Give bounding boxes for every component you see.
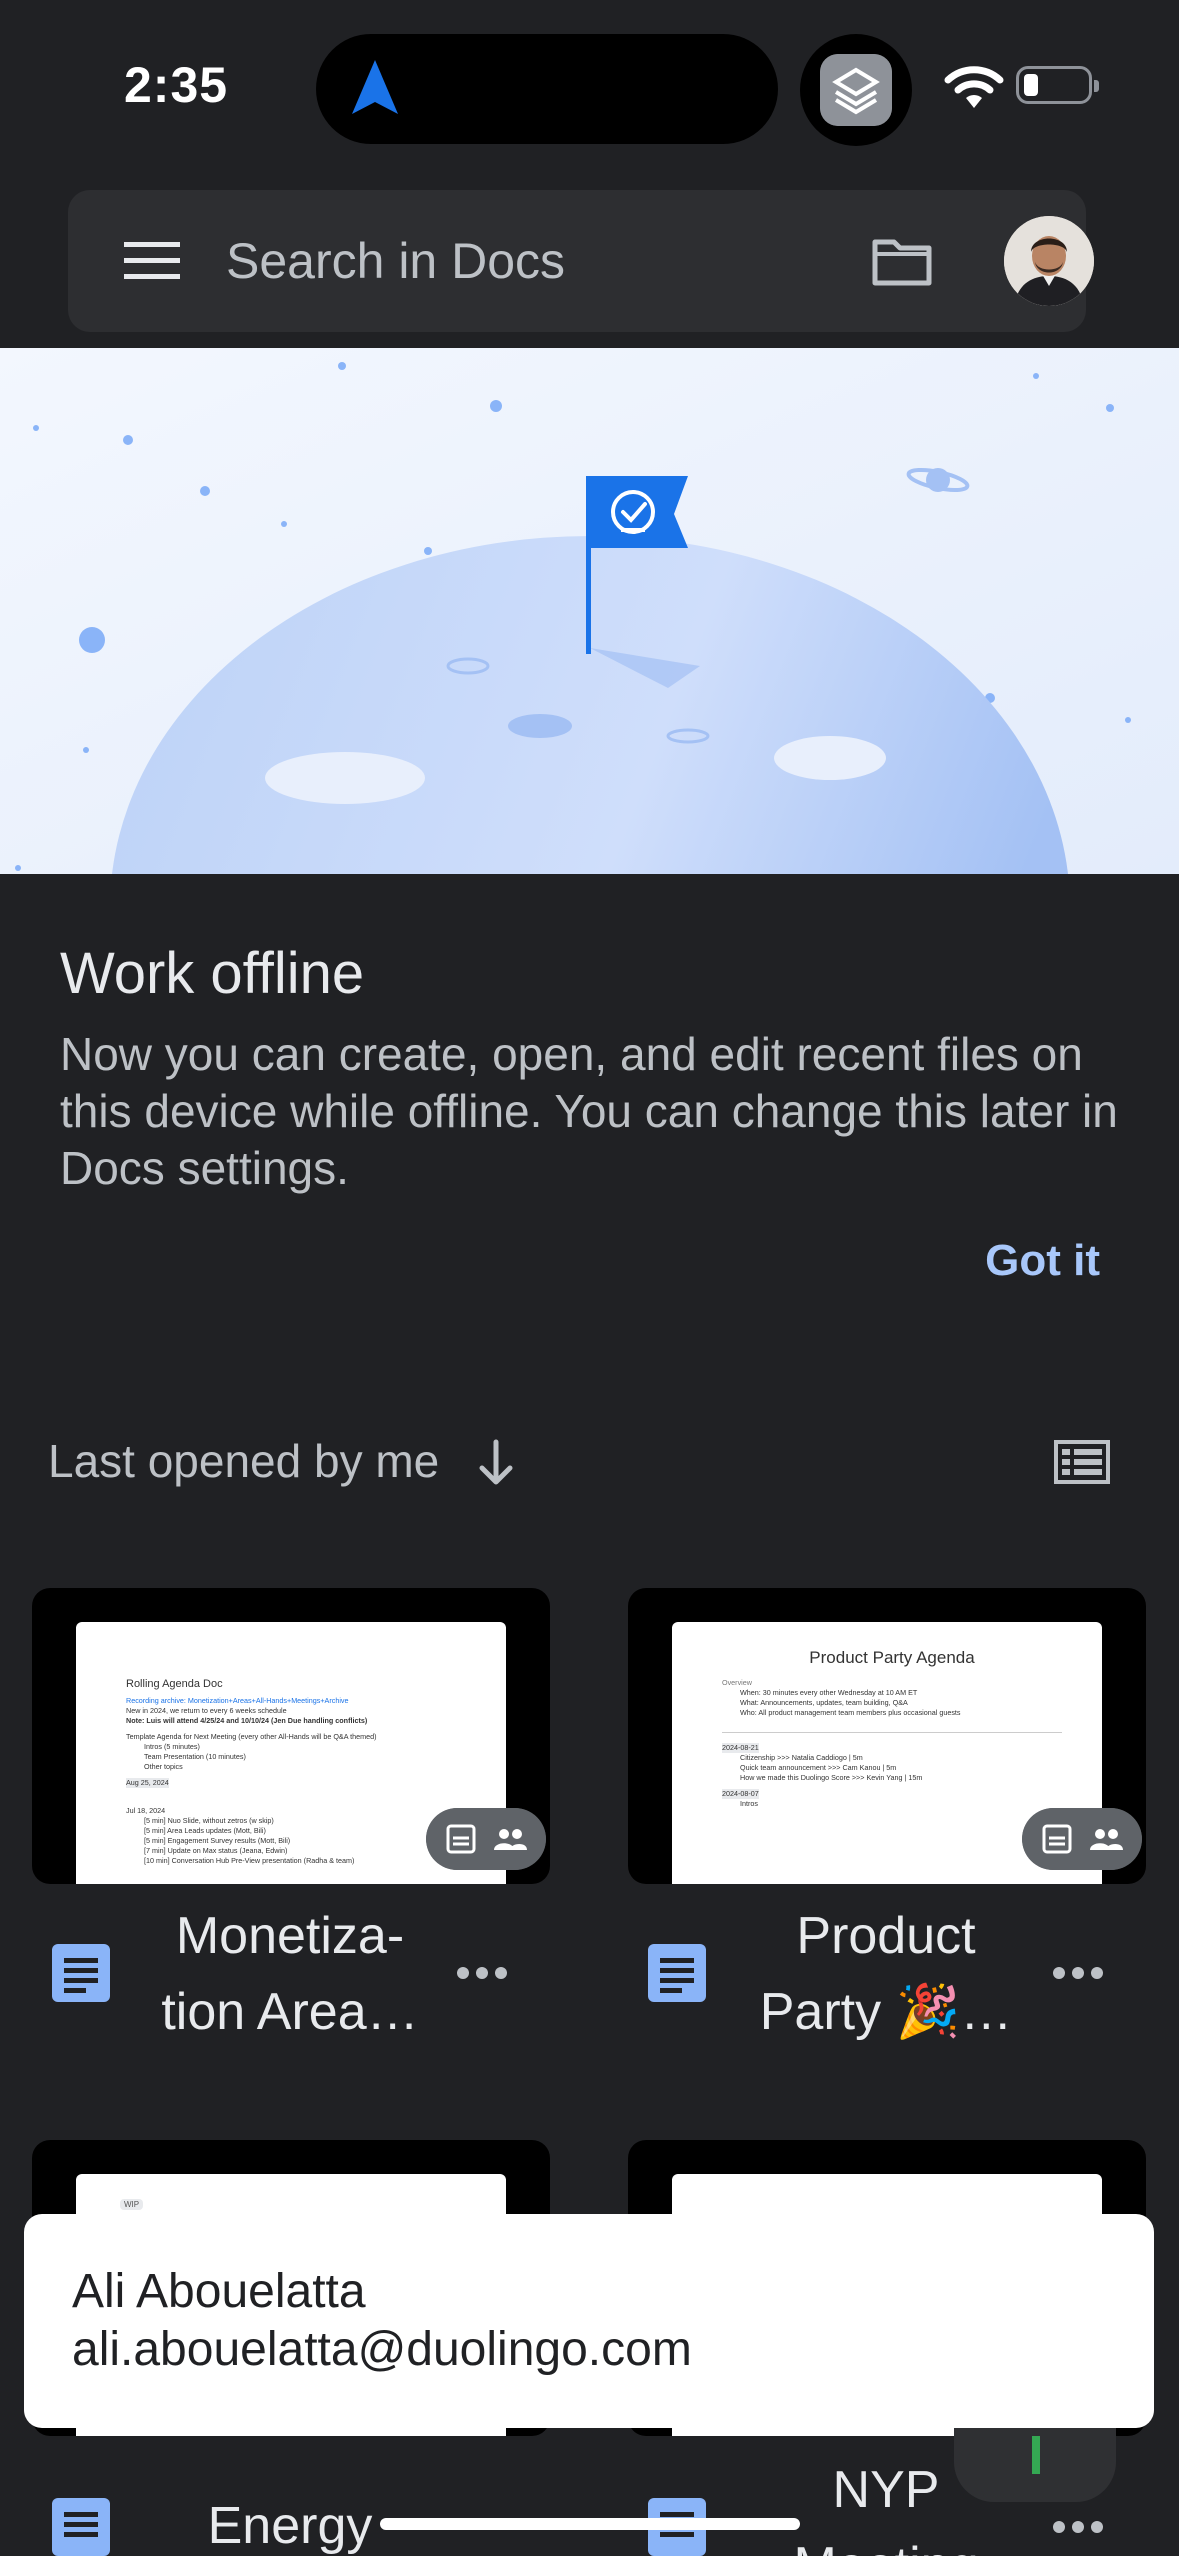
file-thumbnail[interactable]: Rolling Agenda Doc Recording archive: Mo… (32, 1588, 550, 1884)
preview-line: Aug 25, 2024 (126, 1778, 169, 1788)
preview-line: [10 min] Conversation Hub Pre-View prese… (144, 1856, 355, 1865)
preview-line: Recording archive: Monetization+Areas+Al… (126, 1696, 349, 1705)
more-options-icon[interactable] (456, 1966, 508, 1980)
offline-description: Now you can create, open, and edit recen… (60, 1028, 1118, 1194)
more-options-icon[interactable] (1052, 2520, 1104, 2534)
account-name: Ali Abouelatta (72, 2265, 366, 2318)
preview-line: [5 min] Engagement Survey results (Mott,… (144, 1836, 291, 1845)
wip-chip: WIP (120, 2199, 144, 2210)
account-toast (24, 2214, 1154, 2428)
preview-line: What: Announcements, updates, team build… (740, 1698, 908, 1707)
navigation-arrow-icon (352, 60, 398, 114)
preview-line: Team Presentation (10 minutes) (144, 1752, 246, 1761)
preview-line: Jul 18, 2024 (126, 1806, 166, 1815)
home-indicator[interactable] (380, 2518, 800, 2530)
battery-cap (1094, 80, 1099, 92)
offline-title: Work offline (60, 941, 365, 1006)
wifi-icon (944, 66, 1004, 108)
file-thumbnail[interactable]: Product Party Agenda Overview When: 30 m… (628, 1588, 1146, 1884)
account-email: ali.abouelatta@duolingo.com (72, 2323, 692, 2376)
folder-icon[interactable] (872, 236, 932, 286)
preview-line: Quick team announcement >>> Cam Kanou | … (740, 1763, 897, 1772)
file-name-line: Party 🎉… (759, 1983, 1013, 2041)
preview-line: New in 2024, we return to every 6 weeks … (126, 1706, 287, 1715)
docs-file-icon (52, 2498, 110, 2556)
file-name-line: Monetiza- (175, 1907, 405, 1965)
file-name-line: Product (796, 1907, 976, 1965)
search-bar[interactable] (68, 190, 1086, 332)
avatar-image (1004, 216, 1094, 306)
offline-illustration (0, 348, 1179, 874)
layers-icon (820, 54, 892, 126)
menu-icon[interactable] (124, 242, 180, 280)
list-view-icon[interactable] (1054, 1440, 1110, 1484)
file-name[interactable]: Monetiza- tion Area… (145, 1898, 435, 2050)
preview-line: 2024-08-21 (722, 1743, 759, 1753)
preview-line: When: 30 minutes every other Wednesday a… (740, 1688, 918, 1697)
preview-line: Template Agenda for Next Meeting (every … (126, 1732, 377, 1741)
search-input[interactable]: Search in Docs (226, 232, 565, 290)
got-it-button[interactable]: Got it (930, 1236, 1100, 1290)
preview-line: How we made this Duolingo Score >>> Kevi… (740, 1773, 923, 1782)
file-name[interactable]: Product Party 🎉… (741, 1898, 1031, 2050)
file-name-line: Meeting (741, 2528, 1031, 2556)
sort-button[interactable]: Last opened by me (48, 1434, 439, 1488)
more-options-icon[interactable] (1052, 1966, 1104, 1980)
arrow-down-icon[interactable] (474, 1436, 518, 1490)
docs-file-icon (648, 1944, 706, 2002)
preview-line: Intros (5 minutes) (144, 1742, 200, 1751)
preview-line: [7 min] Update on Max status (Jeana, Edw… (144, 1846, 288, 1855)
preview-line: Overview (722, 1678, 752, 1687)
docs-file-icon (52, 1944, 110, 2002)
battery-level (1024, 74, 1038, 96)
preview-line: Note: Luis will attend 4/25/24 and 10/10… (126, 1716, 368, 1725)
preview-line: 2024-08-07 (722, 1789, 759, 1799)
preview-line: [5 min] Nuo Slide, without zetros (w ski… (144, 1816, 274, 1825)
status-time: 2:35 (124, 57, 229, 113)
account-avatar[interactable] (1004, 216, 1094, 306)
preview-line: Other topics (144, 1762, 183, 1771)
file-name-line: tion Area… (161, 1983, 419, 2041)
preview-heading: Product Party Agenda (809, 1648, 975, 1667)
offline-shared-chip (426, 1808, 546, 1870)
preview-line: [5 min] Area Leads updates (Mott, Bili) (144, 1826, 266, 1835)
preview-line: Citizenship >>> Natalia Caddiogo | 5m (740, 1753, 863, 1762)
preview-heading: Rolling Agenda Doc (126, 1678, 223, 1690)
offline-shared-chip (1022, 1808, 1142, 1870)
preview-line: Who: All product management team members… (740, 1708, 961, 1717)
preview-line: Intros (740, 1799, 758, 1808)
